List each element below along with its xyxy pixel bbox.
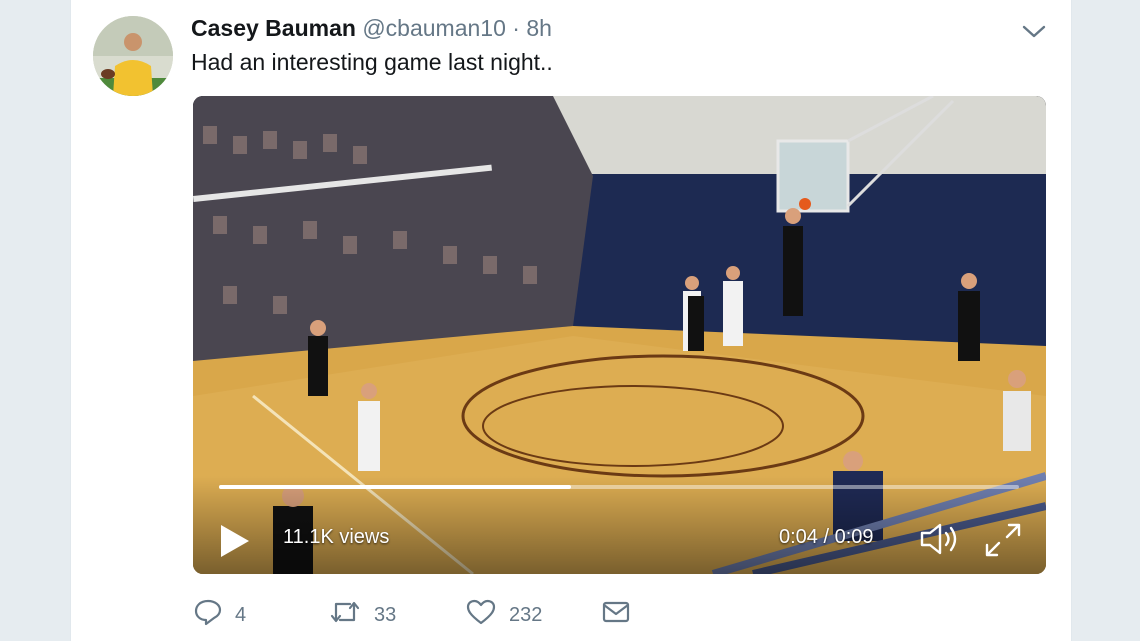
avatar[interactable] — [93, 16, 173, 96]
retweet-icon — [328, 598, 374, 632]
video-player[interactable]: 11.1K views 0:04 / 0:09 — [193, 96, 1046, 574]
retweet-count: 33 — [374, 603, 397, 626]
volume-icon[interactable] — [918, 521, 962, 557]
separator-dot: · — [512, 15, 520, 41]
video-progress-fill — [219, 485, 571, 489]
fullscreen-icon[interactable] — [983, 521, 1023, 559]
heart-icon — [465, 598, 509, 632]
play-icon[interactable] — [215, 521, 255, 561]
video-progress-bar[interactable] — [219, 485, 1019, 489]
reply-count: 4 — [235, 603, 247, 626]
reply-icon — [193, 598, 235, 632]
envelope-icon — [601, 599, 643, 631]
tweet-time[interactable]: 8h — [526, 15, 552, 41]
message-button[interactable] — [601, 598, 643, 632]
tweet-actions: 4 33 232 — [0, 598, 1140, 632]
tweet-header: Casey Bauman @cbauman10 · 8h — [191, 14, 552, 42]
reply-button[interactable]: 4 — [193, 598, 246, 632]
tweet-text: Had an interesting game last night.. — [191, 49, 553, 75]
video-view-count: 11.1K views — [283, 526, 390, 548]
chevron-down-icon[interactable] — [1020, 20, 1048, 42]
video-timecode: 0:04 / 0:09 — [779, 526, 874, 548]
retweet-button[interactable]: 33 — [328, 598, 396, 632]
author-name[interactable]: Casey Bauman — [191, 15, 356, 41]
like-count: 232 — [509, 603, 543, 626]
author-handle[interactable]: @cbauman10 — [362, 15, 506, 41]
like-button[interactable]: 232 — [465, 598, 542, 632]
video-frame — [193, 96, 1046, 574]
